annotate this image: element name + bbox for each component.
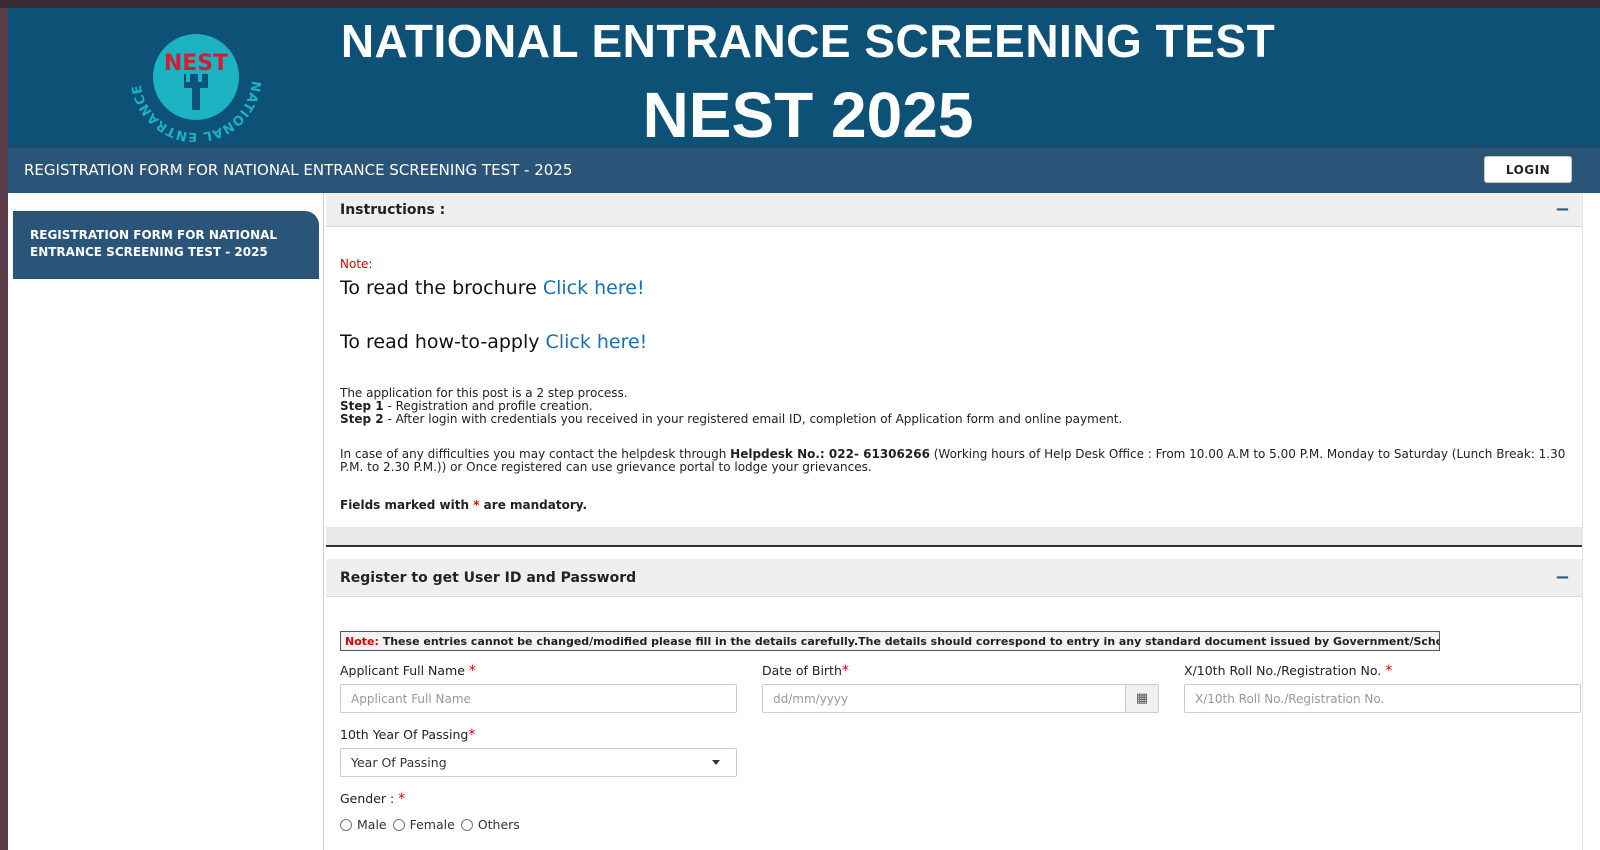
- dob-label: Date of Birth*: [762, 663, 849, 679]
- roll-label: X/10th Roll No./Registration No. *: [1184, 663, 1393, 679]
- section-divider: [326, 527, 1582, 547]
- year-label: 10th Year Of Passing*: [340, 727, 476, 743]
- main-content: Instructions : − Note: To read the broch…: [326, 193, 1600, 850]
- year-of-passing-select[interactable]: Year Of Passing: [340, 748, 737, 777]
- dob-input[interactable]: [762, 684, 1126, 713]
- full-name-input[interactable]: [340, 684, 737, 713]
- page-frame: NATIONAL ENTRANCE SCREENING TEST NEST NA…: [8, 8, 1600, 850]
- gender-label: Gender : *: [340, 791, 406, 807]
- logo-center-text: NEST: [164, 51, 228, 76]
- howto-line: To read how-to-apply Click here!: [340, 331, 648, 353]
- register-header[interactable]: Register to get User ID and Password −: [326, 559, 1582, 597]
- howto-link[interactable]: Click here!: [546, 331, 648, 353]
- gender-radio-group: Male Female Others: [340, 817, 526, 832]
- sidebar-item-registration[interactable]: REGISTRATION FORM FOR NATIONAL ENTRANCE …: [13, 211, 319, 279]
- roll-number-input[interactable]: [1184, 684, 1581, 713]
- browser-top-strip: [0, 0, 1600, 8]
- gender-female-radio[interactable]: [392, 818, 405, 831]
- calendar-icon[interactable]: ▦: [1125, 684, 1159, 713]
- gender-male-radio[interactable]: [340, 818, 352, 831]
- helpdesk-text: In case of any difficulties you may cont…: [340, 447, 1566, 474]
- nest-logo: NATIONAL ENTRANCE SCREENING TEST NEST: [126, 12, 263, 142]
- register-title: Register to get User ID and Password: [340, 570, 637, 586]
- banner-subtitle: NEST 2025: [642, 79, 974, 151]
- minus-icon[interactable]: −: [1555, 199, 1570, 220]
- scrollbar[interactable]: [1582, 193, 1600, 850]
- navbar-title: REGISTRATION FORM FOR NATIONAL ENTRANCE …: [24, 161, 573, 179]
- warning-note: Note: These entries cannot be changed/mo…: [340, 631, 1440, 651]
- instructions-header[interactable]: Instructions : −: [326, 193, 1582, 227]
- note-label: Note:: [340, 257, 373, 271]
- mandatory-note: Fields marked with * are mandatory.: [340, 498, 588, 512]
- minus-icon[interactable]: −: [1555, 567, 1570, 588]
- name-label: Applicant Full Name *: [340, 663, 476, 679]
- brochure-link[interactable]: Click here!: [543, 277, 645, 299]
- header-banner: NATIONAL ENTRANCE SCREENING TEST NEST NA…: [8, 8, 1600, 151]
- chevron-down-icon: [712, 760, 720, 765]
- sidebar: REGISTRATION FORM FOR NATIONAL ENTRANCE …: [8, 193, 324, 850]
- login-button[interactable]: LOGIN: [1484, 156, 1572, 183]
- gender-others-radio[interactable]: [460, 818, 473, 831]
- brochure-line: To read the brochure Click here!: [340, 277, 645, 299]
- navbar: REGISTRATION FORM FOR NATIONAL ENTRANCE …: [8, 145, 1600, 193]
- instructions-title: Instructions :: [340, 202, 446, 218]
- banner-title: NATIONAL ENTRANCE SCREENING TEST: [340, 15, 1276, 67]
- process-text: The application for this post is a 2 ste…: [340, 386, 1123, 426]
